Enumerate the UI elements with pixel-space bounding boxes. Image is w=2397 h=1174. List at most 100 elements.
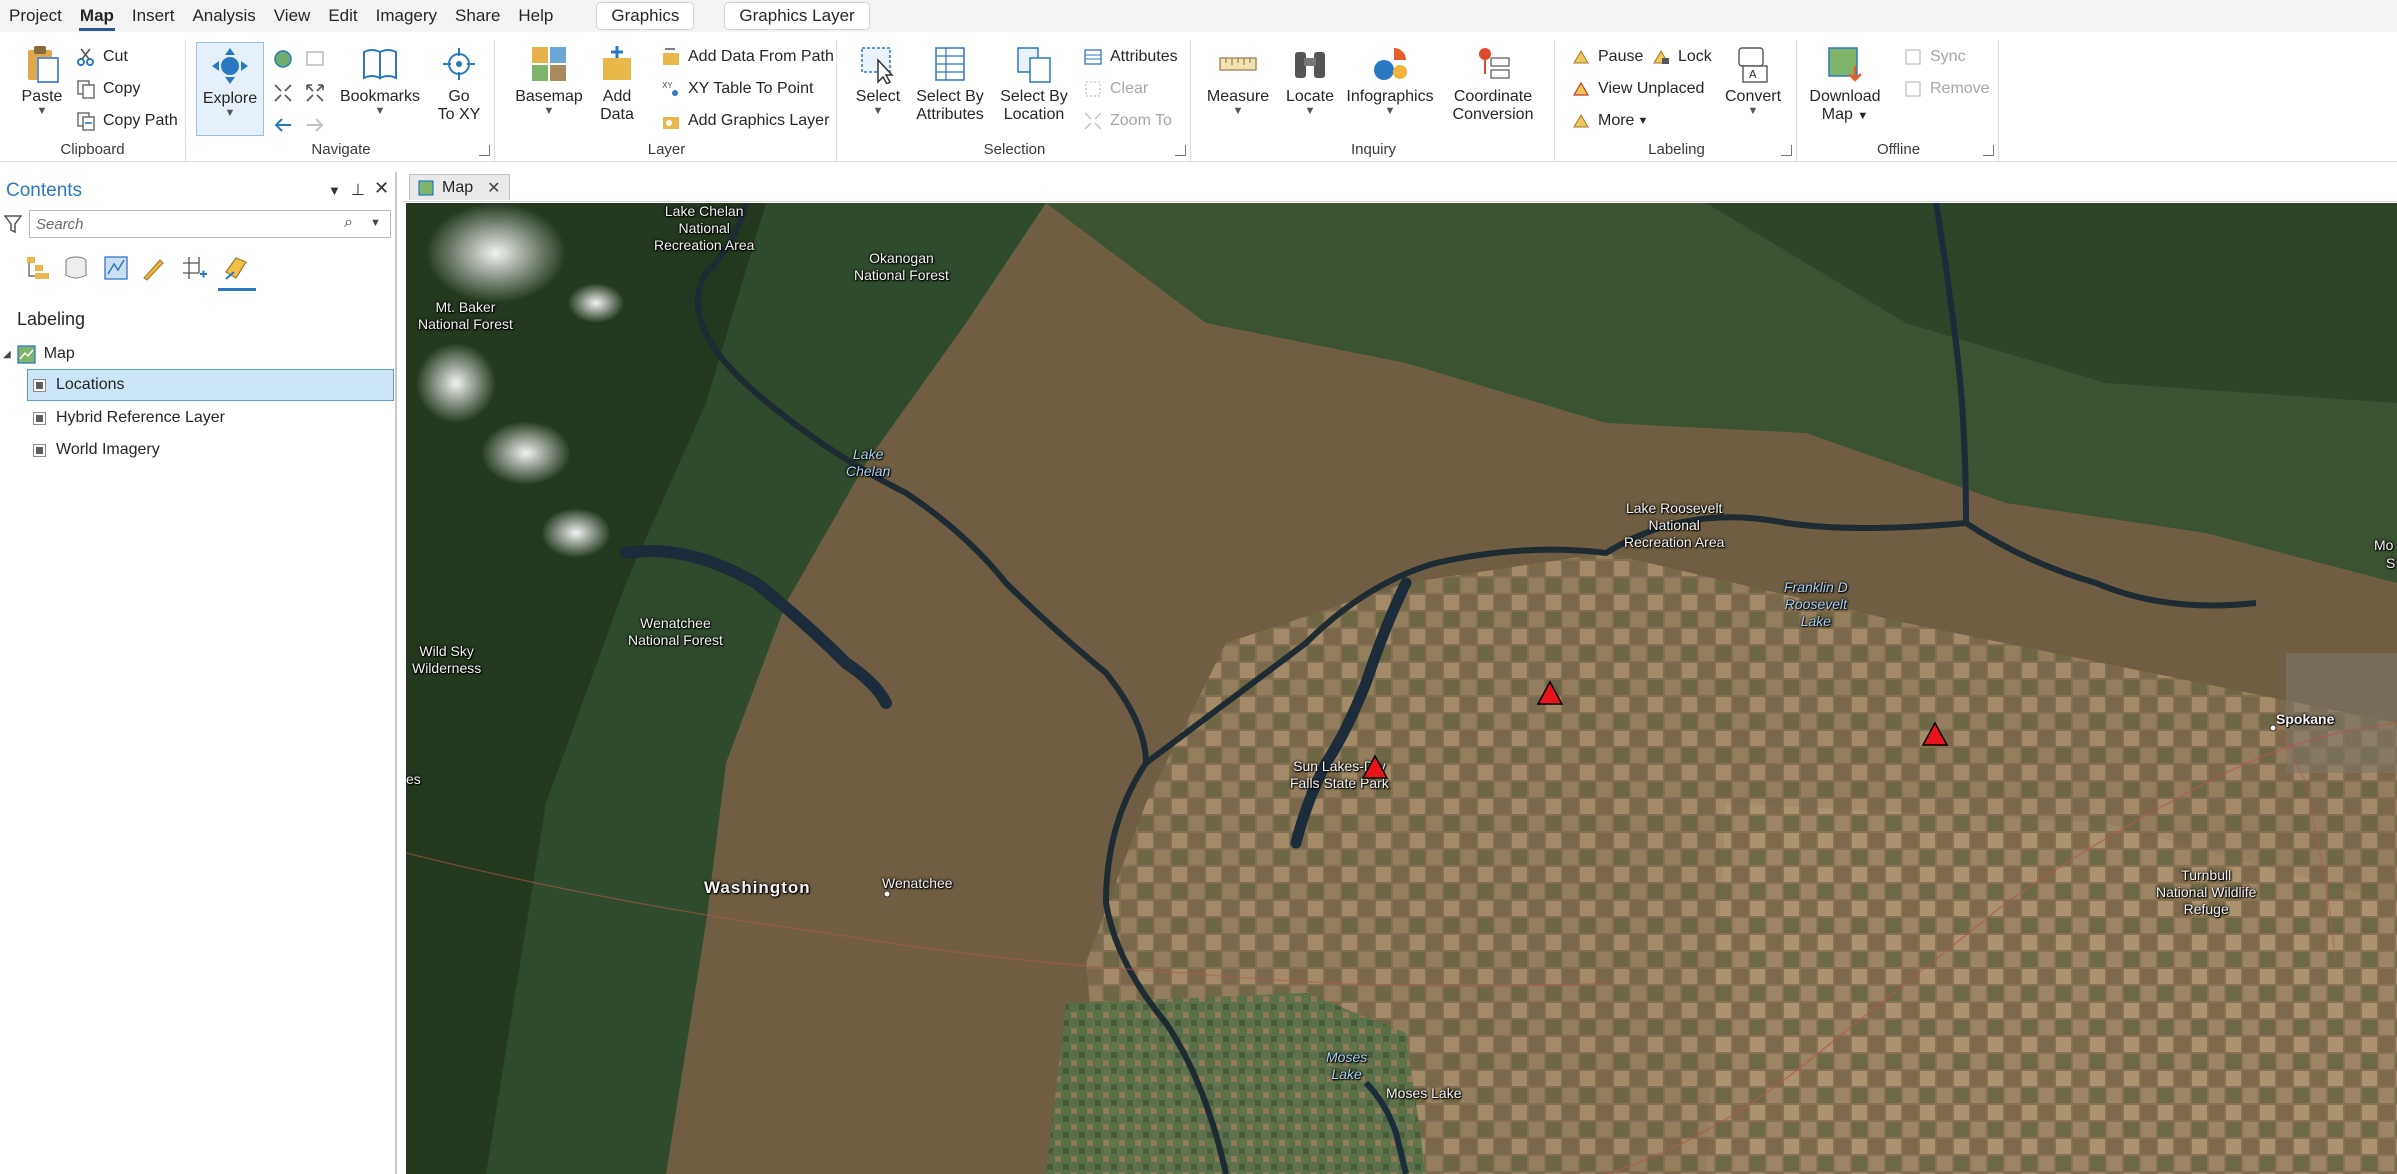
go-to-xy-button[interactable]: Go To XY: [432, 44, 486, 124]
download-map-button[interactable]: Download Map ▼: [1809, 44, 1881, 125]
layer-item-world-imagery[interactable]: World Imagery: [27, 435, 394, 465]
menu-view[interactable]: View: [265, 1, 320, 31]
add-data-label-2: Data: [600, 106, 634, 123]
basemap-icon: [532, 47, 566, 81]
tab-graphics-layer[interactable]: Graphics Layer: [724, 2, 870, 30]
measure-button[interactable]: Measure ▼: [1205, 44, 1271, 117]
add-data-from-path-button[interactable]: Add Data From Path: [661, 44, 834, 70]
location-marker-3[interactable]: [1921, 721, 1949, 747]
close-icon[interactable]: ✕: [374, 178, 389, 199]
convert-button[interactable]: A Convert ▼: [1723, 44, 1783, 117]
navigate-group: Explore ▼ Bookmarks ▼ Go To XY Navigate: [188, 40, 495, 162]
map-label-wenatchee-nf: Wenatchee National Forest: [628, 615, 723, 648]
forward-arrow-icon[interactable]: [304, 114, 326, 136]
back-arrow-icon[interactable]: [272, 114, 294, 136]
coordinate-conversion-button[interactable]: Coordinate Conversion: [1447, 44, 1539, 124]
ribbon: Paste ▼ Cut Copy Copy Path Clipboard Exp…: [0, 32, 2397, 162]
chevron-down-icon[interactable]: ▼: [370, 217, 381, 229]
select-by-attributes-button[interactable]: Select By Attributes: [913, 44, 987, 124]
layer-checkbox[interactable]: [33, 411, 46, 425]
pane-options-chevron-icon[interactable]: ▼: [328, 183, 341, 198]
map-view[interactable]: Lake Chelan National Recreation Area Okano…: [406, 203, 2397, 1174]
menu-imagery[interactable]: Imagery: [367, 1, 446, 31]
basemap-button[interactable]: Basemap ▼: [515, 44, 583, 117]
copy-path-button[interactable]: Copy Path: [76, 108, 178, 134]
list-by-data-source-icon[interactable]: [62, 254, 90, 282]
lock-labeling-button[interactable]: Lock: [1651, 44, 1712, 70]
xy-table-to-point-label: XY Table To Point: [688, 80, 814, 97]
infographics-button[interactable]: Infographics ▼: [1345, 44, 1435, 117]
location-marker-2[interactable]: [1361, 754, 1389, 780]
zoom-to-label: Zoom To: [1110, 112, 1172, 129]
locate-label: Locate: [1285, 88, 1335, 105]
xy-table-to-point-button[interactable]: XY XY Table To Point: [661, 76, 813, 102]
menu-analysis[interactable]: Analysis: [183, 1, 264, 31]
fixed-zoom-in-icon[interactable]: [272, 82, 294, 104]
selection-launcher-icon[interactable]: [1175, 145, 1186, 156]
close-icon[interactable]: ✕: [487, 178, 500, 198]
chevron-down-icon: ▼: [1384, 105, 1396, 117]
paste-button[interactable]: Paste ▼: [20, 44, 64, 117]
search-icon[interactable]: ⌕: [344, 214, 353, 232]
menu-map[interactable]: Map: [71, 1, 123, 31]
navigate-launcher-icon[interactable]: [479, 145, 490, 156]
menu-edit[interactable]: Edit: [319, 1, 366, 31]
view-unplaced-label: View Unplaced: [1598, 80, 1705, 97]
add-data-button[interactable]: Add Data: [591, 44, 643, 124]
ruler-icon: [1219, 57, 1257, 71]
fixed-zoom-out-icon[interactable]: [304, 82, 326, 104]
list-by-labeling-icon[interactable]: [222, 254, 250, 282]
chevron-down-icon: ▼: [36, 105, 48, 117]
menu-share[interactable]: Share: [446, 1, 509, 31]
add-data-from-path-label: Add Data From Path: [688, 48, 834, 65]
attributes-button[interactable]: Attributes: [1083, 44, 1178, 70]
explore-button[interactable]: Explore ▼: [196, 42, 264, 136]
location-marker-1[interactable]: [1536, 680, 1564, 706]
coordinate-conversion-label-1: Coordinate: [1453, 88, 1533, 105]
cut-button[interactable]: Cut: [76, 44, 128, 70]
menu-insert[interactable]: Insert: [123, 1, 184, 31]
list-by-selection-icon[interactable]: [102, 254, 130, 282]
full-extent-icon[interactable]: [272, 48, 294, 70]
chevron-down-icon: ▼: [872, 105, 884, 117]
sync-button[interactable]: Sync: [1903, 44, 1966, 70]
list-by-drawing-order-icon[interactable]: [24, 254, 52, 282]
tree-node-map[interactable]: ◢ Map: [0, 339, 394, 369]
zoom-to-button[interactable]: Zoom To: [1083, 108, 1172, 134]
chevron-down-icon: ▼: [1637, 115, 1649, 127]
list-by-snapping-icon[interactable]: [180, 254, 208, 282]
coordinate-conversion-icon: [1479, 48, 1510, 79]
labeling-launcher-icon[interactable]: [1781, 145, 1792, 156]
menu-project[interactable]: Project: [0, 1, 71, 31]
more-labeling-button[interactable]: More ▼: [1571, 108, 1648, 134]
copy-path-label: Copy Path: [103, 112, 178, 129]
search-input[interactable]: [36, 214, 336, 234]
select-by-location-button[interactable]: Select By Location: [997, 44, 1071, 124]
filter-icon[interactable]: [4, 214, 22, 234]
clear-button[interactable]: Clear: [1083, 76, 1148, 102]
locate-button[interactable]: Locate ▼: [1283, 44, 1337, 117]
paste-icon: [28, 46, 59, 83]
menu-help[interactable]: Help: [509, 1, 562, 31]
previous-extent-globe-icon: [306, 51, 324, 66]
offline-launcher-icon[interactable]: [1983, 145, 1994, 156]
list-by-editing-icon[interactable]: [140, 254, 168, 282]
collapse-triangle-icon[interactable]: ◢: [3, 349, 11, 360]
add-data-label-1: Add: [602, 88, 632, 105]
search-box[interactable]: ⌕ ▼: [29, 210, 391, 238]
layer-checkbox[interactable]: [33, 443, 46, 457]
copy-button[interactable]: Copy: [76, 76, 140, 102]
layer-checkbox[interactable]: [33, 378, 46, 392]
pin-icon[interactable]: ⊥: [351, 180, 365, 200]
add-graphics-layer-button[interactable]: Add Graphics Layer: [661, 108, 829, 134]
view-unplaced-button[interactable]: View Unplaced: [1571, 76, 1704, 102]
xy-table-icon: XY: [662, 81, 678, 96]
tab-graphics[interactable]: Graphics: [596, 2, 695, 30]
tab-map[interactable]: Map ✕: [409, 174, 510, 200]
layer-item-locations[interactable]: Locations: [27, 369, 394, 401]
remove-button[interactable]: Remove: [1903, 76, 1990, 102]
select-button[interactable]: Select ▼: [855, 44, 901, 117]
bookmarks-button[interactable]: Bookmarks ▼: [340, 44, 420, 117]
pause-labeling-button[interactable]: Pause: [1571, 44, 1643, 70]
layer-item-hybrid-reference[interactable]: Hybrid Reference Layer: [27, 403, 394, 433]
